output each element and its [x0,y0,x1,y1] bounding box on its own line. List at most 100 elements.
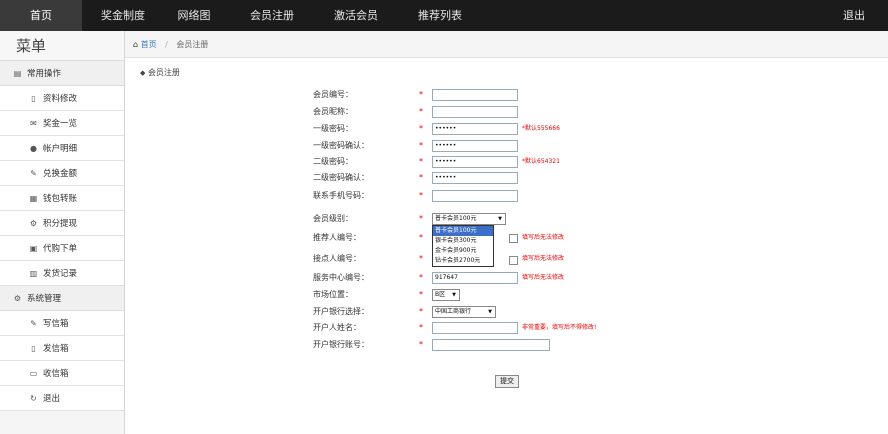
label-member-id: 会员编号： [313,90,353,99]
required-star: * [419,340,423,349]
gear-icon: ⚙ [13,294,22,303]
password-1-confirm-input[interactable]: •••••• [432,140,518,152]
service-center-input[interactable]: 917647 [432,272,518,284]
sidebar: 菜单 ▤ 常用操作 ▯ 资料修改 ✉ 奖金一览 ● 帐户明细 ✎ 兑换金额 ▦ 钱包转账 ⚙… [0,31,125,434]
referrer-note: 填写后无法修改 [522,234,565,241]
envelope-icon: ✉ [30,119,37,128]
nav-bonus-system[interactable]: 奖金制度 [82,0,164,31]
sidebar-item-label: 积分提现 [43,219,78,229]
required-star: * [419,254,423,263]
wrench-icon: ✎ [30,319,37,328]
top-navbar: 首页 奖金制度 网络图 会员注册 激活会员 推荐列表 退出 [0,0,888,31]
sidebar-item-inbox[interactable]: ▭ 收信箱 [0,361,124,386]
account-holder-input[interactable] [432,322,518,334]
required-star: * [419,273,423,282]
label-placement-id: 接点人编号： [313,254,361,263]
breadcrumb-home-link[interactable]: 首页 [141,40,157,49]
trash-icon: ▯ [31,344,36,353]
sidebar-item-label: 兑换金额 [43,169,78,179]
nav-home[interactable]: 首页 [0,0,82,31]
required-star: * [419,107,423,116]
required-star: * [419,90,423,99]
required-star: * [419,233,423,242]
nav-logout[interactable]: 退出 [843,0,865,31]
required-star: * [419,307,423,316]
level-option[interactable]: 普卡会员100元 [433,226,493,236]
tag-icon: ◆ [140,69,146,77]
account-holder-note: 非常重要，填写后不得修改! [522,324,597,331]
sidebar-item-account-details[interactable]: ● 帐户明细 [0,136,124,161]
phone-input[interactable] [432,190,518,202]
label-password-2: 二级密码： [313,157,353,166]
calendar-icon: ▣ [29,244,38,253]
sidebar-item-label: 代购下单 [43,244,78,254]
sidebar-group-label: 系统管理 [27,294,62,304]
label-password-1-confirm: 一级密码确认： [313,141,369,150]
nav-referral-list[interactable]: 推荐列表 [404,0,476,31]
bank-account-input[interactable] [432,339,550,351]
sidebar-item-compose[interactable]: ✎ 写信箱 [0,311,124,336]
password-2-input[interactable]: •••••• [432,156,518,168]
member-id-input[interactable] [432,89,518,101]
bank-select[interactable]: 中国工商银行 ▼ [432,306,496,318]
referrer-checkbox[interactable] [509,234,518,243]
level-option[interactable]: 金卡会员900元 [433,246,493,256]
gear-icon: ⚙ [29,219,38,228]
sidebar-item-label: 写信箱 [43,319,69,329]
sidebar-item-shipping-records[interactable]: ▥ 发货记录 [0,261,124,286]
password-1-input[interactable]: •••••• [432,123,518,135]
label-bank-account: 开户银行账号： [313,340,369,349]
breadcrumb: ⌂ 首页 / 会员注册 [125,31,888,58]
breadcrumb-separator: / [165,40,168,49]
label-referrer-id: 推荐人编号： [313,233,361,242]
sidebar-item-points-withdraw[interactable]: ⚙ 积分提现 [0,211,124,236]
sidebar-item-wallet-transfer[interactable]: ▦ 钱包转账 [0,186,124,211]
placement-note: 填写后无法修改 [522,255,565,262]
sidebar-group-system[interactable]: ⚙ 系统管理 [0,286,124,311]
nav-activate-member[interactable]: 激活会员 [320,0,392,31]
chevron-down-icon: ▼ [452,292,456,298]
sidebar-item-label: 发信箱 [43,344,69,354]
nickname-input[interactable] [432,106,518,118]
sidebar-item-label: 帐户明细 [43,144,78,154]
section-title-text: 会员注册 [147,68,180,77]
sidebar-item-bonus-overview[interactable]: ✉ 奖金一览 [0,111,124,136]
submit-button[interactable]: 提交 [495,375,519,388]
label-nickname: 会员昵称： [313,107,353,116]
sidebar-item-label: 收信箱 [43,369,69,379]
sidebar-item-proxy-order[interactable]: ▣ 代购下单 [0,236,124,261]
sidebar-item-logout[interactable]: ↻ 退出 [0,386,124,411]
label-service-center: 服务中心编号： [313,273,369,282]
label-password-1: 一级密码： [313,124,353,133]
sidebar-item-profile-edit[interactable]: ▯ 资料修改 [0,86,124,111]
grid-icon: ▦ [29,194,38,203]
sidebar-title: 菜单 [0,31,124,61]
sidebar-item-sent[interactable]: ▯ 发信箱 [0,336,124,361]
password-1-hint: *默认555666 [522,125,560,132]
pencil-icon: ✎ [30,169,37,178]
chevron-down-icon: ▼ [488,309,492,315]
market-position-value: B区 [435,291,446,298]
password-2-confirm-input[interactable]: •••••• [432,172,518,184]
home-icon: ⌂ [133,40,139,49]
sidebar-item-exchange-amount[interactable]: ✎ 兑换金额 [0,161,124,186]
market-position-select[interactable]: B区 ▼ [432,289,460,301]
nav-member-register[interactable]: 会员注册 [236,0,308,31]
password-2-hint: *默认654321 [522,158,560,165]
required-star: * [419,191,423,200]
comment-icon: ● [30,144,37,153]
placement-checkbox[interactable] [509,256,518,265]
sidebar-item-label: 发货记录 [43,269,78,279]
document-icon: ▯ [31,94,36,103]
label-market-position: 市场位置： [313,290,353,299]
sidebar-item-label: 退出 [43,394,61,404]
level-option[interactable]: 银卡会员300元 [433,236,493,246]
refresh-icon: ↻ [30,394,37,403]
service-center-note: 填写后无法修改 [522,274,565,281]
nav-network-map[interactable]: 网络图 [164,0,224,31]
label-phone: 联系手机号码： [313,191,369,200]
level-option[interactable]: 钻卡会员2700元 [433,256,493,266]
member-level-select[interactable]: 普卡会员100元 ▼ [432,213,506,225]
sidebar-item-label: 钱包转账 [43,194,78,204]
sidebar-group-common[interactable]: ▤ 常用操作 [0,61,124,86]
